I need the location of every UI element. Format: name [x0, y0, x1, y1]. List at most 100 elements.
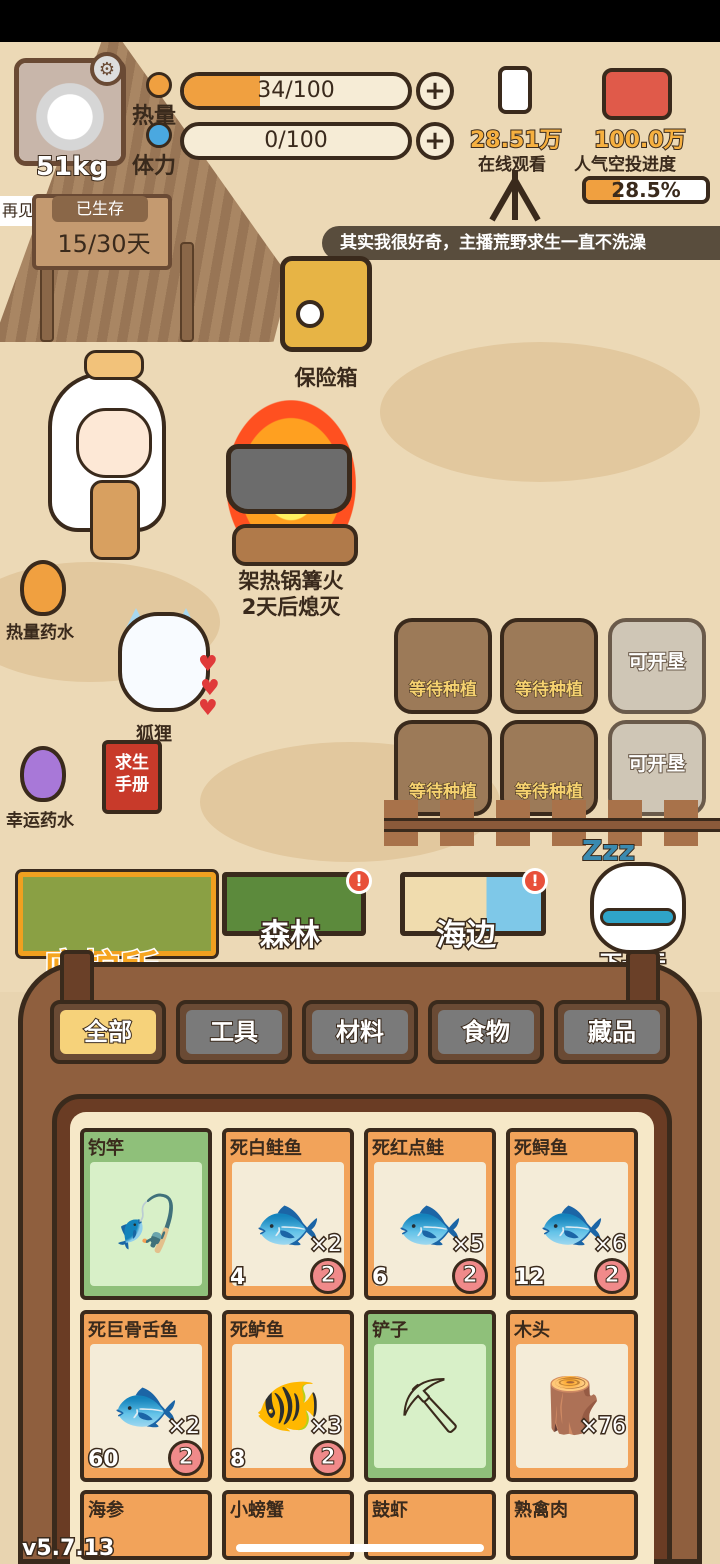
- danmaku-comment: 其实我很好奇，主播荒野求生一直不洗澡: [322, 226, 720, 260]
- cooking-pot[interactable]: [226, 444, 352, 514]
- item-spoil-timer: 2: [310, 1440, 346, 1476]
- safe-box[interactable]: [280, 256, 372, 352]
- viewers-label: 在线观看: [478, 155, 546, 175]
- airdrop-progress-text: 28.5%: [611, 178, 681, 202]
- item-name: 小螃蟹: [230, 1500, 284, 1521]
- wood-log-icon: 🪵: [516, 1344, 628, 1468]
- item-spoil-timer: 2: [310, 1258, 346, 1294]
- inventory-item[interactable]: 死鲟鱼 🐟 ×6 12 2: [506, 1128, 638, 1300]
- calorie-potion-icon[interactable]: [20, 560, 66, 616]
- character-face: [76, 408, 152, 478]
- item-name: 死红点鲑: [372, 1138, 444, 1159]
- plot-label: 可开垦: [627, 650, 686, 674]
- version-label: v5.7.13: [20, 1535, 115, 1563]
- item-quantity: ×2: [166, 1413, 201, 1441]
- tripod-icon: [489, 170, 541, 222]
- inventory-item[interactable]: 死白鲑鱼 🐟 ×2 4 2: [222, 1128, 354, 1300]
- camera-icon[interactable]: [498, 66, 532, 114]
- lightning-icon: [146, 122, 172, 148]
- popularity-label: 人气空投进度: [574, 155, 676, 175]
- item-name: 熟禽肉: [514, 1500, 568, 1521]
- inventory-item[interactable]: 钓竿 🎣: [80, 1128, 212, 1300]
- tab-label: 食物: [438, 1010, 534, 1054]
- character-body: [90, 480, 140, 560]
- plot-label: 等待种植: [515, 782, 584, 803]
- location-forest-label: 森林: [259, 917, 322, 955]
- sea-alert-icon: !: [522, 868, 548, 894]
- item-quantity: ×3: [308, 1413, 343, 1441]
- luck-potion-icon[interactable]: [20, 746, 66, 802]
- campfire-logs: [232, 524, 358, 566]
- calories-value: 34/100: [257, 78, 335, 103]
- flame-icon: [146, 72, 172, 98]
- gear-icon[interactable]: ⚙: [90, 52, 124, 86]
- forest-alert-icon: !: [346, 868, 372, 894]
- item-name: 死白鲑鱼: [230, 1138, 302, 1159]
- tab-label: 材料: [312, 1010, 408, 1054]
- locked-plot[interactable]: 可开垦: [608, 618, 706, 714]
- tab-4[interactable]: 藏品: [554, 1000, 670, 1064]
- plot-label: 等待种植: [515, 680, 584, 701]
- item-spoil-timer: 2: [594, 1258, 630, 1294]
- item-calories: 8: [228, 1446, 246, 1474]
- safe-label: 保险箱: [294, 366, 358, 390]
- inventory-item[interactable]: 熟禽肉: [506, 1490, 638, 1560]
- item-calories: 6: [370, 1264, 388, 1292]
- item-quantity: ×5: [450, 1231, 485, 1259]
- fence-rail: [384, 818, 720, 832]
- calorie-potion-label: 热量药水: [6, 623, 74, 643]
- tab-3[interactable]: 食物: [428, 1000, 544, 1064]
- item-calories: 4: [228, 1264, 246, 1292]
- tab-label: 藏品: [564, 1010, 660, 1054]
- farm-plot[interactable]: 等待种植: [500, 618, 598, 714]
- status-bar: [0, 0, 720, 42]
- campfire-name: 架热锅篝火: [238, 569, 344, 593]
- item-calories: 12: [513, 1264, 547, 1292]
- player-weight: 51kg: [35, 151, 109, 183]
- item-name: 死巨骨舌鱼: [88, 1320, 178, 1341]
- item-name: 铲子: [372, 1320, 408, 1341]
- plot-label: 可开垦: [627, 752, 686, 776]
- item-quantity: ×6: [592, 1231, 627, 1259]
- inventory-item[interactable]: 死红点鲑 🐟 ×5 6 2: [364, 1128, 496, 1300]
- location-sea-label: 海边: [435, 917, 498, 955]
- inventory-item[interactable]: 死巨骨舌鱼 🐟 ×2 60 2: [80, 1310, 212, 1482]
- item-name: 鼓虾: [372, 1500, 408, 1521]
- tab-2[interactable]: 材料: [302, 1000, 418, 1064]
- stamina-value: 0/100: [264, 128, 328, 153]
- shovel-icon: ⛏: [374, 1344, 486, 1468]
- hair-bow: [84, 350, 144, 380]
- farm-plot[interactable]: 等待种植: [394, 618, 492, 714]
- sleep-mask-icon: [600, 908, 676, 926]
- tab-label: 全部: [60, 1010, 156, 1054]
- fishing-rod-icon: 🎣: [90, 1162, 202, 1286]
- item-spoil-timer: 2: [168, 1440, 204, 1476]
- item-quantity: ×2: [308, 1231, 343, 1259]
- tab-1[interactable]: 工具: [176, 1000, 292, 1064]
- heart-icon: ♥: [198, 696, 218, 721]
- manual-label-line1: 求生: [115, 753, 149, 773]
- inventory-item[interactable]: 木头 🪵 ×76: [506, 1310, 638, 1482]
- item-quantity: ×76: [578, 1413, 627, 1441]
- tab-0[interactable]: 全部: [50, 1000, 166, 1064]
- luck-potion-label: 幸运药水: [6, 811, 74, 831]
- home-indicator: [236, 1544, 484, 1552]
- plot-label: 等待种植: [409, 680, 478, 701]
- survival-manual-button[interactable]: 求生 手册: [102, 740, 162, 814]
- item-calories: 60: [87, 1446, 121, 1474]
- fox-pet[interactable]: [118, 612, 210, 712]
- airdrop-gift-icon[interactable]: [602, 68, 672, 120]
- add-calories-button[interactable]: +: [416, 72, 454, 110]
- plot-label: 等待种植: [409, 782, 478, 803]
- item-name: 木头: [514, 1320, 550, 1341]
- inventory-item[interactable]: 死鲈鱼 🐠 ×3 8 2: [222, 1310, 354, 1482]
- stamina-label: 体力: [132, 154, 177, 179]
- item-name: 死鲟鱼: [514, 1138, 568, 1159]
- inventory-item[interactable]: 铲子 ⛏: [364, 1310, 496, 1482]
- campfire-label: 架热锅篝火 2天后熄灭: [206, 568, 376, 620]
- item-name: 死鲈鱼: [230, 1320, 284, 1341]
- survival-label: 已生存: [52, 196, 148, 222]
- manual-label-line2: 手册: [115, 775, 149, 795]
- heart-icon: ♥: [198, 652, 218, 677]
- add-stamina-button[interactable]: +: [416, 122, 454, 160]
